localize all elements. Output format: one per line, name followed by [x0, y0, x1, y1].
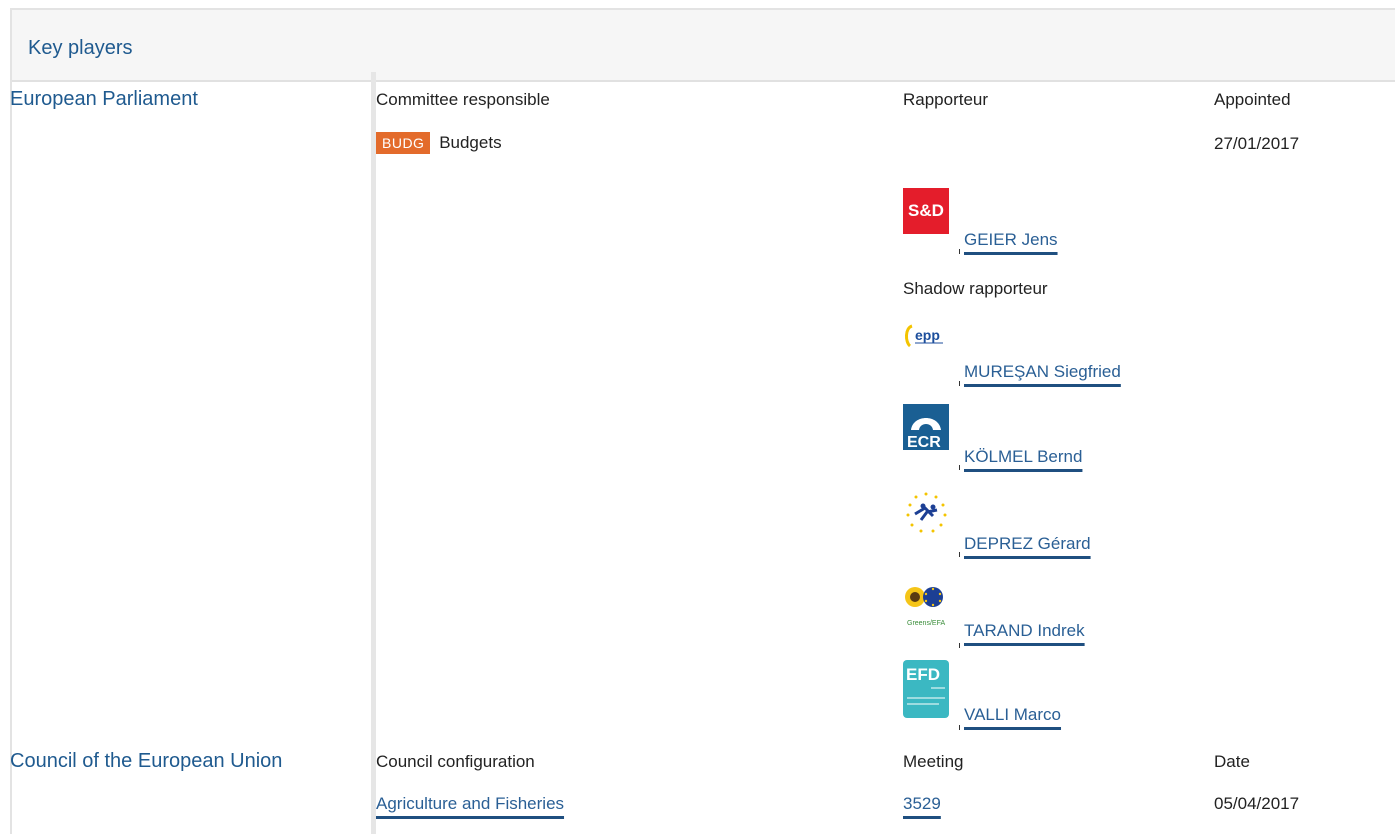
- sd-group-logo: S&D: [903, 188, 949, 234]
- col-rapporteur: Rapporteur: [903, 90, 989, 109]
- svg-text:ECR: ECR: [907, 434, 941, 450]
- ecr-group-logo: ECR: [903, 404, 949, 450]
- committee-name: Budgets: [439, 133, 502, 152]
- institution-ep: European Parliament: [10, 88, 198, 110]
- shadow-link-tarand[interactable]: TARAND Indrek: [964, 621, 1085, 641]
- col-committee-responsible: Committee responsible: [376, 90, 550, 109]
- svg-text:epp: epp: [915, 327, 940, 343]
- shadow-link-valli[interactable]: VALLI Marco: [964, 705, 1061, 725]
- col-meeting: Meeting: [903, 752, 964, 771]
- svg-text:EFD: EFD: [906, 665, 940, 684]
- logo-marker: [959, 465, 960, 470]
- logo-marker: [959, 249, 960, 254]
- council-config-link[interactable]: Agriculture and Fisheries: [376, 794, 564, 814]
- column-separator: [371, 72, 376, 834]
- col-appointed: Appointed: [1214, 90, 1291, 109]
- shadow-link-muresan[interactable]: MUREŞAN Siegfried: [964, 362, 1121, 382]
- appointed-date: 27/01/2017: [1214, 134, 1300, 153]
- efd-group-logo: EFD: [903, 660, 949, 718]
- rapporteur-link[interactable]: GEIER Jens: [964, 230, 1058, 250]
- panel-title: Key players: [28, 37, 133, 59]
- svg-text:Greens/EFA: Greens/EFA: [907, 620, 945, 627]
- shadow-rapporteur-label: Shadow rapporteur: [903, 279, 1048, 298]
- alde-group-logo: [903, 490, 949, 536]
- logo-marker: [959, 381, 960, 386]
- epp-group-logo: epp: [903, 320, 949, 366]
- council-date: 05/04/2017: [1214, 794, 1300, 813]
- committee-badge: BUDG: [376, 132, 431, 154]
- institution-council: Council of the European Union: [10, 750, 283, 772]
- panel-header: Key players: [12, 10, 1395, 82]
- logo-marker: [959, 552, 960, 557]
- greens-efa-group-logo: Greens/EFA: [903, 583, 949, 629]
- col-council-configuration: Council configuration: [376, 752, 535, 771]
- col-date: Date: [1214, 752, 1250, 771]
- shadow-link-kolmel[interactable]: KÖLMEL Bernd: [964, 447, 1082, 467]
- shadow-link-deprez[interactable]: DEPREZ Gérard: [964, 534, 1091, 554]
- key-players-panel: Key players: [10, 8, 1395, 834]
- committee-row: BUDG Budgets: [376, 132, 502, 154]
- meeting-link[interactable]: 3529: [903, 794, 941, 814]
- logo-marker: [959, 725, 960, 730]
- logo-marker: [959, 643, 960, 648]
